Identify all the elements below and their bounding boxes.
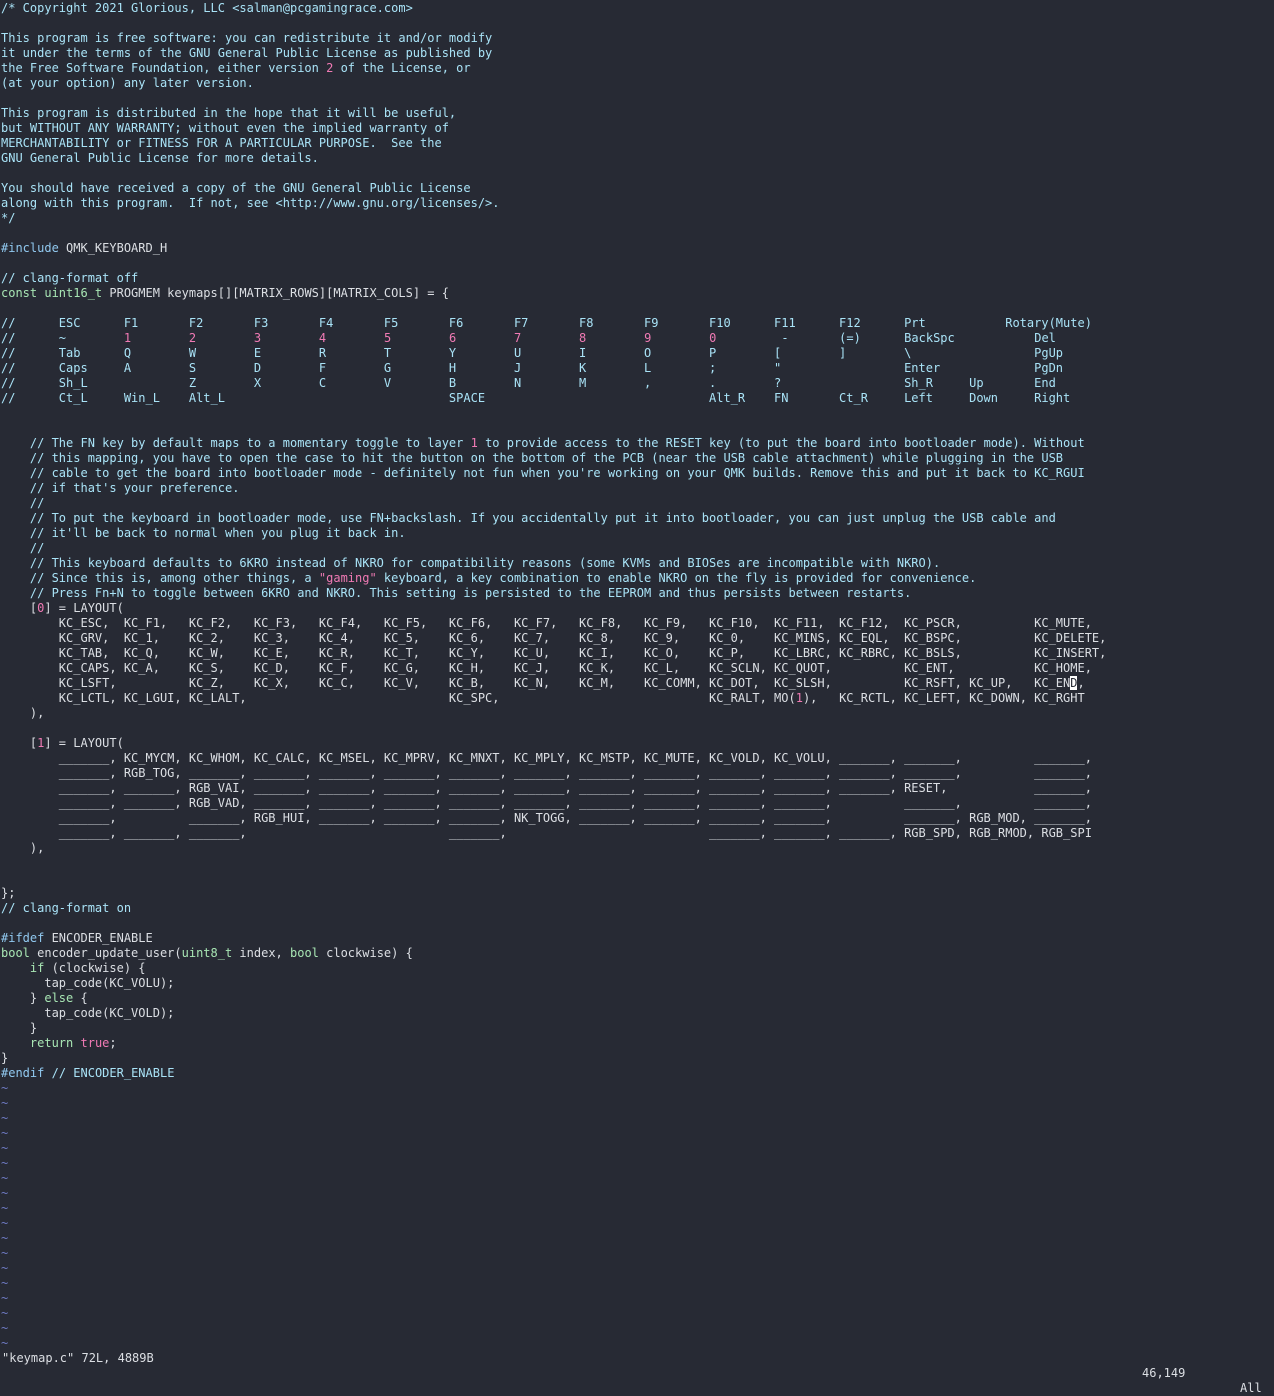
code-line: it under the terms of the GNU General Pu… xyxy=(1,46,493,60)
empty-line-marker: ~ xyxy=(1,1186,9,1200)
code-line: ), xyxy=(1,706,45,720)
text-cursor: D xyxy=(1070,676,1078,690)
code-line: } else { xyxy=(1,991,88,1005)
code-line: // clang-format off xyxy=(1,271,139,285)
status-cursor-position: 46,149 xyxy=(1142,1366,1186,1380)
empty-line-marker: ~ xyxy=(1,1081,9,1095)
code-line: bool encoder_update_user(uint8_t index, … xyxy=(1,946,413,960)
code-line: // The FN key by default maps to a momen… xyxy=(1,436,1085,450)
code-line: KC_TAB, KC_Q, KC_W, KC_E, KC_R, KC_T, KC… xyxy=(1,646,1107,660)
code-line: _______, _______, RGB_VAD, _______, ____… xyxy=(1,796,1092,810)
code-line: #include QMK_KEYBOARD_H xyxy=(1,241,168,255)
empty-line-marker: ~ xyxy=(1,1291,9,1305)
empty-line-marker: ~ xyxy=(1,1261,9,1275)
code-line: // ~ 1 2 3 4 5 6 7 8 9 0 - (=) BackSpc D… xyxy=(1,331,1056,345)
code-line: KC_LSFT, KC_Z, KC_X, KC_C, KC_V, KC_B, K… xyxy=(1,676,1085,690)
code-line: #ifdef ENCODER_ENABLE xyxy=(1,931,153,945)
code-line: [1] = LAYOUT( xyxy=(1,736,124,750)
code-line: // This keyboard defaults to 6KRO instea… xyxy=(1,556,941,570)
empty-line-marker: ~ xyxy=(1,1141,9,1155)
code-line: // this mapping, you have to open the ca… xyxy=(1,451,1064,465)
code-line: // clang-format on xyxy=(1,901,132,915)
empty-line-marker: ~ xyxy=(1,1126,9,1140)
code-line: [0] = LAYOUT( xyxy=(1,601,124,615)
status-scroll-indicator: All xyxy=(1240,1381,1262,1395)
code-line: } xyxy=(1,1021,38,1035)
code-line: // Press Fn+N to toggle between 6KRO and… xyxy=(1,586,912,600)
code-line: KC_CAPS, KC_A, KC_S, KC_D, KC_F, KC_G, K… xyxy=(1,661,1092,675)
empty-line-marker: ~ xyxy=(1,1276,9,1290)
empty-line-marker: ~ xyxy=(1,1111,9,1125)
code-line: the Free Software Foundation, either ver… xyxy=(1,61,471,75)
code-line: _______, RGB_TOG, _______, _______, ____… xyxy=(1,766,1092,780)
empty-line-marker: ~ xyxy=(1,1321,9,1335)
code-line: but WITHOUT ANY WARRANTY; without even t… xyxy=(1,121,449,135)
code-line: KC_ESC, KC_F1, KC_F2, KC_F3, KC_F4, KC_F… xyxy=(1,616,1092,630)
code-line: } xyxy=(1,1051,9,1065)
code-line: if (clockwise) { xyxy=(29,961,146,975)
code-line: _______, KC_MYCM, KC_WHOM, KC_CALC, KC_M… xyxy=(1,751,1092,765)
code-line: along with this program. If not, see <ht… xyxy=(1,196,500,210)
code-line: // Ct_L Win_L Alt_L SPACE Alt_R FN Ct_R … xyxy=(1,391,1071,405)
code-line: // Since this is, among other things, a … xyxy=(1,571,977,585)
status-bar: "keymap.c" 72L, 4889B 46,149 All xyxy=(0,1336,1274,1395)
empty-line-marker: ~ xyxy=(1,1156,9,1170)
empty-line-marker: ~ xyxy=(1,1246,9,1260)
code-line: return true; xyxy=(29,1036,117,1050)
code-line: tap_code(KC_VOLD); xyxy=(1,1006,175,1020)
code-line: // cable to get the board into bootloade… xyxy=(1,466,1085,480)
empty-line-marker: ~ xyxy=(1,1306,9,1320)
code-line: _______, _______, RGB_HUI, _______, ____… xyxy=(1,811,1092,825)
code-line: const uint16_t PROGMEM keymaps[][MATRIX_… xyxy=(1,286,449,300)
code-line: #endif // ENCODER_ENABLE xyxy=(1,1066,175,1080)
code-line: ), xyxy=(1,841,45,855)
code-line: This program is distributed in the hope … xyxy=(1,106,457,120)
code-line: // it'll be back to normal when you plug… xyxy=(1,526,406,540)
code-line: // Caps A S D F G H J K L ; " Enter PgDn xyxy=(1,361,1064,375)
code-line: */ xyxy=(1,211,16,225)
code-line: You should have received a copy of the G… xyxy=(1,181,471,195)
code-line: _______, _______, RGB_VAI, _______, ____… xyxy=(1,781,1092,795)
code-line: }; xyxy=(1,886,16,900)
empty-line-marker: ~ xyxy=(1,1216,9,1230)
empty-line-marker: ~ xyxy=(1,1231,9,1245)
code-line: tap_code(KC_VOLU); xyxy=(1,976,175,990)
empty-line-marker: ~ xyxy=(1,1096,9,1110)
code-line: KC_LCTL, KC_LGUI, KC_LALT, KC_SPC, KC_RA… xyxy=(1,691,1085,705)
empty-line-marker: ~ xyxy=(1,1171,9,1185)
code-line: // xyxy=(1,496,45,510)
status-file-info: "keymap.c" 72L, 4889B xyxy=(2,1351,154,1365)
code-line: /* Copyright 2021 Glorious, LLC <salman@… xyxy=(1,1,413,15)
code-line: // Sh_L Z X C V B N M , . ? Sh_R Up End xyxy=(1,376,1056,390)
code-line: GNU General Public License for more deta… xyxy=(1,151,319,165)
code-line: // ESC F1 F2 F3 F4 F5 F6 F7 F8 F9 F10 F1… xyxy=(1,316,1092,330)
empty-line-marker: ~ xyxy=(1,1201,9,1215)
editor-text-area[interactable]: /* Copyright 2021 Glorious, LLC <salman@… xyxy=(1,1,1273,1351)
code-line: (at your option) any later version. xyxy=(1,76,254,90)
code-line: // Tab Q W E R T Y U I O P [ ] \ PgUp xyxy=(1,346,1064,360)
code-line: _______, _______, _______, _______, ____… xyxy=(1,826,1092,840)
code-line: KC_GRV, KC_1, KC_2, KC_3, KC_4, KC_5, KC… xyxy=(1,631,1107,645)
code-line: // To put the keyboard in bootloader mod… xyxy=(1,511,1056,525)
code-line: // xyxy=(1,541,45,555)
code-line: MERCHANTABILITY or FITNESS FOR A PARTICU… xyxy=(1,136,442,150)
code-line: This program is free software: you can r… xyxy=(1,31,493,45)
code-line: // if that's your preference. xyxy=(1,481,240,495)
